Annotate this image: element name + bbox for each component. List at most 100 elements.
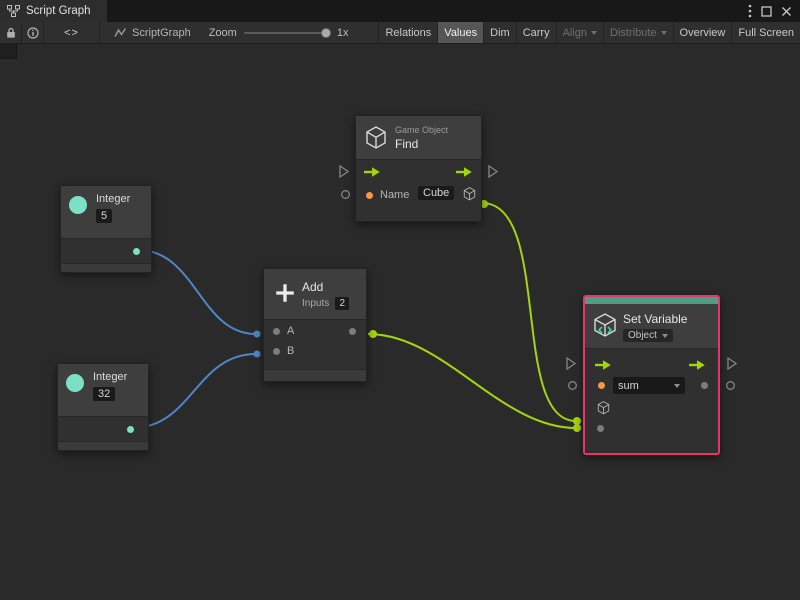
carry-label: Carry — [523, 27, 550, 39]
plus-icon — [274, 282, 296, 304]
output-port[interactable] — [349, 328, 356, 335]
edit-source-button[interactable]: <> — [44, 22, 100, 43]
variable-cube-icon — [593, 313, 617, 339]
flow-out-triangle-port[interactable] — [727, 357, 737, 370]
kebab-menu-icon[interactable] — [748, 4, 752, 18]
close-icon[interactable] — [781, 6, 792, 17]
output-port[interactable] — [133, 248, 140, 255]
node-title: Find — [395, 137, 448, 151]
zoom-slider-handle[interactable] — [321, 28, 331, 38]
flow-out-triangle-port[interactable] — [488, 165, 498, 178]
input-port-b[interactable] — [273, 348, 280, 355]
carry-button[interactable]: Carry — [516, 22, 556, 43]
variable-name-port[interactable] — [598, 382, 605, 389]
integer-value-field[interactable]: 32 — [93, 387, 115, 401]
lock-button[interactable] — [0, 22, 22, 43]
input-port-a[interactable] — [273, 328, 280, 335]
breadcrumb[interactable]: ScriptGraph — [114, 22, 191, 43]
dim-label: Dim — [490, 27, 510, 39]
distribute-button[interactable]: Distribute — [603, 22, 672, 43]
node-ports: A B — [264, 319, 366, 369]
zoom-value: 1x — [337, 27, 349, 39]
connection-wire-int5-addA[interactable] — [138, 250, 256, 334]
value-output-port[interactable] — [701, 382, 708, 389]
flow-out-arrow-icon[interactable] — [689, 359, 706, 371]
inputs-label: Inputs — [302, 298, 329, 309]
window-controls — [748, 0, 800, 22]
flow-in-arrow-icon[interactable] — [364, 166, 381, 178]
tab-script-graph[interactable]: Script Graph — [0, 0, 107, 22]
value-circle-port[interactable] — [725, 380, 736, 391]
variable-kind-strip — [585, 297, 718, 304]
node-integer-top[interactable]: Integer 5 — [60, 185, 152, 273]
relations-label: Relations — [385, 27, 431, 39]
node-add[interactable]: Add Inputs 2 A B — [263, 268, 367, 382]
variable-name-dropdown[interactable]: sum — [613, 377, 685, 394]
name-input-port[interactable] — [366, 192, 373, 199]
input-a-label: A — [287, 325, 294, 337]
info-icon — [27, 27, 39, 39]
node-footer — [58, 441, 148, 450]
object-input-port[interactable] — [597, 401, 610, 415]
align-button[interactable]: Align — [556, 22, 603, 43]
output-port[interactable] — [127, 426, 134, 433]
node-header: Game Object Find — [356, 116, 481, 159]
node-ports: sum — [585, 348, 718, 453]
chevron-down-icon — [662, 334, 668, 338]
name-value-field[interactable]: Cube — [418, 186, 454, 200]
graph-toolbar: <> ScriptGraph Zoom 1x Relations Values … — [0, 22, 800, 44]
overview-button[interactable]: Overview — [673, 22, 732, 43]
titlebar: Script Graph — [0, 0, 800, 22]
dim-button[interactable]: Dim — [483, 22, 516, 43]
fullscreen-button[interactable]: Full Screen — [731, 22, 800, 43]
flow-out-arrow-icon[interactable] — [456, 166, 473, 178]
fullscreen-label: Full Screen — [738, 27, 794, 39]
maximize-icon[interactable] — [761, 6, 772, 17]
node-header: Set Variable Object — [585, 304, 718, 348]
node-category: Game Object — [395, 125, 448, 135]
relations-button[interactable]: Relations — [378, 22, 437, 43]
wire-endpoint — [369, 330, 377, 338]
wire-endpoint — [573, 424, 581, 432]
input-b-label: B — [287, 345, 294, 357]
node-header: Integer 5 — [61, 186, 151, 238]
script-graph-icon — [114, 27, 127, 38]
value-input-port[interactable] — [597, 425, 604, 432]
integer-value-field[interactable]: 5 — [96, 209, 112, 223]
flow-in-arrow-icon[interactable] — [595, 359, 612, 371]
zoom-slider[interactable] — [244, 32, 330, 34]
scope-label: Object — [628, 330, 657, 341]
graph-name: ScriptGraph — [132, 27, 191, 39]
variable-scope-dropdown[interactable]: Object — [623, 329, 673, 342]
connection-wire-find-setvar[interactable] — [482, 203, 576, 421]
value-circle-port[interactable] — [340, 189, 351, 200]
flow-in-triangle-port[interactable] — [566, 357, 576, 370]
game-object-output-port[interactable] — [463, 187, 476, 201]
inputs-count-field[interactable]: 2 — [335, 297, 349, 310]
values-button[interactable]: Values — [437, 22, 483, 43]
node-port-row — [58, 416, 148, 441]
value-circle-port[interactable] — [567, 380, 578, 391]
connection-wire-add-setvar[interactable] — [368, 334, 576, 428]
node-title: Set Variable — [623, 312, 687, 326]
lock-icon — [6, 27, 16, 39]
zoom-label: Zoom — [209, 27, 237, 39]
inspector-button[interactable] — [22, 22, 44, 43]
node-title: Integer — [96, 193, 130, 205]
distribute-label: Distribute — [610, 27, 656, 39]
connection-wire-int32-addB[interactable] — [132, 354, 256, 428]
flow-in-triangle-port[interactable] — [339, 165, 349, 178]
graph-icon — [7, 5, 20, 17]
align-label: Align — [563, 27, 587, 39]
node-set-variable[interactable]: Set Variable Object sum — [583, 295, 720, 455]
node-find[interactable]: Game Object Find Name Cube — [355, 115, 482, 222]
node-integer-bottom[interactable]: Integer 32 — [57, 363, 149, 451]
tab-title: Script Graph — [26, 5, 91, 17]
values-label: Values — [444, 27, 477, 39]
node-title: Integer — [93, 371, 127, 383]
game-object-cube-icon — [365, 126, 387, 150]
graph-canvas[interactable]: Integer 5 Integer 32 — [0, 44, 800, 600]
zoom-control: Zoom 1x — [209, 22, 349, 43]
chevron-down-icon — [661, 31, 667, 35]
wire-endpoint — [573, 417, 581, 425]
